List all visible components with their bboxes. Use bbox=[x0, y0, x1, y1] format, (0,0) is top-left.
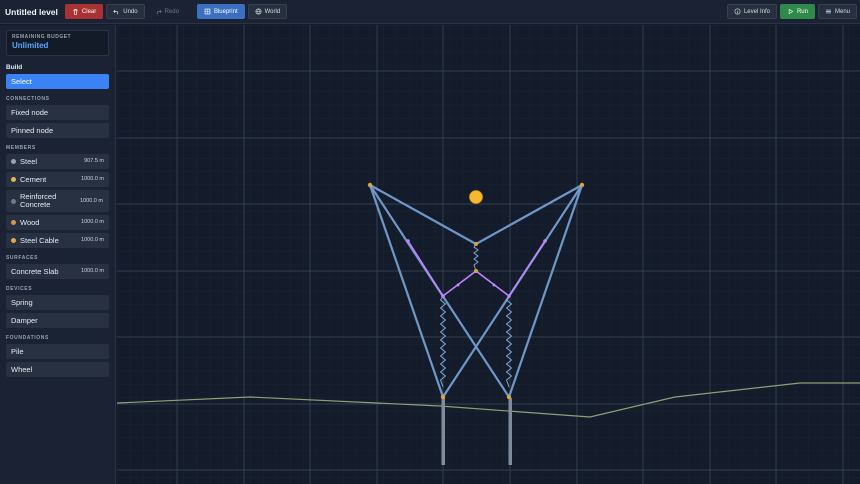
cement-label: Cement bbox=[20, 174, 47, 184]
concrete-slab-button[interactable]: Concrete Slab 1000.0 m bbox=[6, 264, 109, 279]
wheel-label: Wheel bbox=[11, 364, 33, 374]
damper-button[interactable]: Damper bbox=[6, 313, 109, 328]
reinforced-concrete-amount: 1000.0 m bbox=[80, 197, 103, 204]
blueprint-canvas[interactable] bbox=[117, 25, 860, 484]
node[interactable] bbox=[579, 182, 585, 188]
steel-amount: 907.5 m bbox=[84, 158, 104, 164]
run-label: Run bbox=[796, 8, 808, 15]
node[interactable] bbox=[456, 283, 460, 287]
member-steel-button[interactable]: Steel 907.5 m bbox=[6, 154, 109, 169]
steel-label: Steel bbox=[20, 156, 38, 166]
undo-icon bbox=[113, 9, 119, 15]
level-info-label: Level Info bbox=[743, 8, 770, 15]
hamburger-icon bbox=[826, 9, 831, 14]
steel-swatch bbox=[11, 159, 16, 164]
node[interactable] bbox=[441, 294, 445, 298]
info-icon bbox=[734, 8, 741, 15]
reinforced-concrete-label: Reinforced Concrete bbox=[20, 192, 57, 209]
level-info-button[interactable]: Level Info bbox=[726, 4, 777, 19]
pile-left[interactable] bbox=[441, 398, 446, 465]
node[interactable] bbox=[406, 239, 410, 243]
member-cement-button[interactable]: Cement 1000.0 m bbox=[6, 172, 109, 187]
node[interactable] bbox=[543, 239, 547, 243]
node[interactable] bbox=[474, 242, 478, 246]
reinforced-concrete-swatch bbox=[11, 198, 16, 204]
node[interactable] bbox=[507, 294, 511, 298]
member-wood-button[interactable]: Wood 1000.0 m bbox=[6, 215, 109, 230]
budget-value: Unlimited bbox=[12, 41, 49, 50]
members-heading: MEMBERS bbox=[6, 145, 36, 151]
level-title: Untitled level bbox=[5, 6, 58, 17]
world-label: World bbox=[264, 8, 281, 15]
damper-label: Damper bbox=[11, 315, 38, 325]
menu-label: Menu bbox=[834, 8, 850, 15]
member-reinforced-concrete-button[interactable]: Reinforced Concrete 1000.0 m bbox=[6, 190, 109, 212]
top-toolbar: Untitled level Clear Undo Redo Blueprint… bbox=[0, 0, 860, 24]
budget-panel: REMAINING BUDGET Unlimited bbox=[6, 30, 109, 56]
blueprint-icon bbox=[204, 8, 211, 15]
steel-cable-amount: 1000.0 m bbox=[81, 237, 104, 243]
run-button[interactable]: Run bbox=[779, 4, 815, 19]
sun-marker[interactable] bbox=[469, 190, 483, 204]
fixed-node-button[interactable]: Fixed node bbox=[6, 105, 109, 120]
pile-right[interactable] bbox=[508, 398, 513, 465]
devices-heading: DEVICES bbox=[6, 286, 33, 292]
connections-heading: CONNECTIONS bbox=[6, 96, 50, 102]
clear-button[interactable]: Clear bbox=[64, 4, 104, 19]
node[interactable] bbox=[367, 182, 373, 188]
undo-label: Undo bbox=[123, 8, 138, 15]
node[interactable] bbox=[440, 394, 446, 400]
pinned-node-button[interactable]: Pinned node bbox=[6, 123, 109, 138]
pile-label: Pile bbox=[11, 346, 24, 356]
member-steel-cable-button[interactable]: Steel Cable 1000.0 m bbox=[6, 233, 109, 248]
redo-button[interactable]: Redo bbox=[148, 4, 186, 19]
wheel-button[interactable]: Wheel bbox=[6, 362, 109, 377]
redo-label: Redo bbox=[164, 8, 179, 15]
wood-label: Wood bbox=[20, 217, 40, 227]
node[interactable] bbox=[492, 283, 496, 287]
pile-button[interactable]: Pile bbox=[6, 344, 109, 359]
minor-grid bbox=[117, 25, 860, 484]
spring-button[interactable]: Spring bbox=[6, 295, 109, 310]
pinned-node-label: Pinned node bbox=[11, 125, 54, 135]
undo-button[interactable]: Undo bbox=[106, 4, 145, 19]
select-tool-button[interactable]: Select bbox=[6, 74, 109, 89]
wood-swatch bbox=[11, 220, 16, 225]
globe-icon bbox=[255, 8, 262, 15]
fixed-node-label: Fixed node bbox=[11, 107, 49, 117]
trash-icon bbox=[73, 9, 78, 15]
world-button[interactable]: World bbox=[247, 4, 288, 19]
cement-amount: 1000.0 m bbox=[81, 176, 104, 182]
concrete-slab-label: Concrete Slab bbox=[11, 266, 59, 276]
foundations-heading: FOUNDATIONS bbox=[6, 335, 49, 341]
blueprint-label: Blueprint bbox=[213, 8, 238, 15]
build-title: Build bbox=[6, 64, 23, 71]
select-label: Select bbox=[11, 76, 32, 86]
surfaces-heading: SURFACES bbox=[6, 255, 39, 261]
wood-amount: 1000.0 m bbox=[81, 219, 104, 225]
blueprint-button[interactable]: Blueprint bbox=[196, 4, 245, 19]
concrete-slab-amount: 1000.0 m bbox=[81, 268, 104, 274]
spring-label: Spring bbox=[11, 297, 33, 307]
budget-label: REMAINING BUDGET bbox=[12, 34, 72, 40]
play-icon bbox=[788, 8, 794, 15]
steel-cable-swatch bbox=[11, 238, 16, 243]
node[interactable] bbox=[474, 269, 478, 273]
steel-cable-label: Steel Cable bbox=[20, 235, 59, 245]
cement-swatch bbox=[11, 177, 16, 182]
menu-button[interactable]: Menu bbox=[817, 4, 857, 19]
clear-label: Clear bbox=[81, 8, 97, 15]
node[interactable] bbox=[506, 394, 512, 400]
build-sidebar: REMAINING BUDGET Unlimited Build Select … bbox=[0, 25, 116, 484]
redo-icon bbox=[156, 9, 162, 15]
